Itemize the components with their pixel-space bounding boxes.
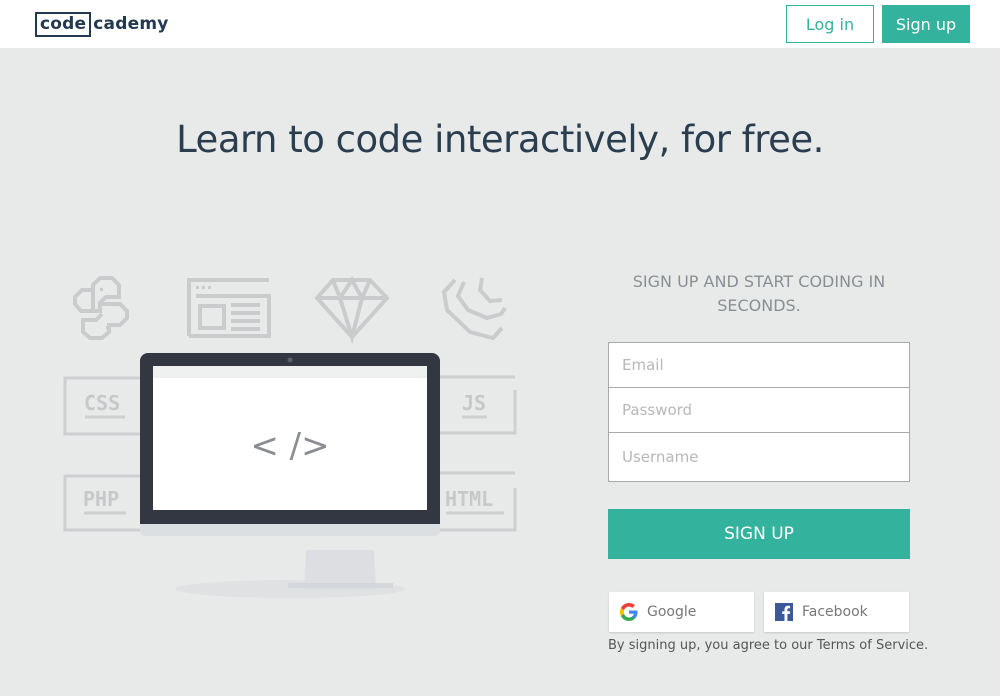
facebook-label: Facebook (802, 604, 868, 620)
google-label: Google (647, 604, 697, 620)
logo-boxed-text: code (35, 11, 92, 37)
monitor-icon: < /> (140, 353, 440, 598)
signup-submit-button[interactable]: SIGN UP (608, 509, 910, 559)
jquery-icon (441, 277, 507, 341)
codecademy-logo[interactable]: code cademy (35, 11, 169, 37)
logo-text: cademy (93, 14, 169, 34)
facebook-icon (775, 603, 793, 621)
browser-window-icon (187, 278, 271, 338)
signup-tagline: SIGN UP AND START CODING IN SECONDS. (632, 272, 886, 315)
password-input[interactable] (609, 388, 909, 433)
login-button[interactable]: Log in (786, 5, 874, 43)
code-symbol: < /> (250, 426, 329, 466)
terms-of-service-link[interactable]: Terms of Service (817, 638, 924, 653)
top-nav-bar: code cademy Log in Sign up (0, 0, 1000, 48)
signup-fields (608, 342, 910, 482)
terms-prefix: By signing up, you agree to our (608, 638, 817, 653)
signup-panel: SIGN UP AND START CODING IN SECONDS. SIG… (608, 270, 928, 653)
php-tag: PHP (83, 487, 119, 511)
js-tag: JS (462, 391, 486, 415)
google-icon (620, 603, 638, 621)
facebook-signup-button[interactable]: Facebook (764, 592, 909, 632)
email-input[interactable] (609, 343, 909, 388)
python-icon (73, 276, 129, 340)
ruby-gem-icon (314, 276, 390, 345)
html-tag: HTML (445, 487, 493, 511)
header-signup-button[interactable]: Sign up (882, 5, 970, 43)
coding-illustration: CSS PHP JS HTML < /> (63, 276, 517, 598)
css-tag: CSS (84, 391, 120, 415)
google-signup-button[interactable]: Google (609, 592, 754, 632)
terms-notice: By signing up, you agree to our Terms of… (608, 638, 928, 653)
page-headline: Learn to code interactively, for free. (176, 118, 824, 161)
terms-suffix: . (924, 638, 929, 653)
username-input[interactable] (609, 433, 909, 481)
